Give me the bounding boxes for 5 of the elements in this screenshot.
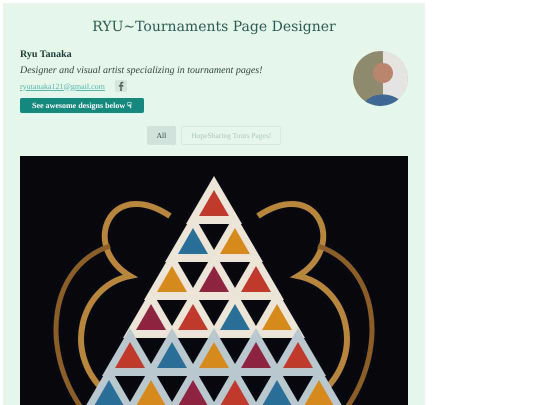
designs-button[interactable]: See awesome designs below ☟ <box>20 98 144 113</box>
email-link[interactable]: ryutanaka121@gmail.com <box>20 82 105 90</box>
page-title: RYU~Tournaments Page Designer <box>91 19 337 35</box>
designer-name: Ryu Tanaka <box>20 49 72 60</box>
designer-bio: Designer and visual artist specializing in tournament pages! <box>20 65 262 76</box>
